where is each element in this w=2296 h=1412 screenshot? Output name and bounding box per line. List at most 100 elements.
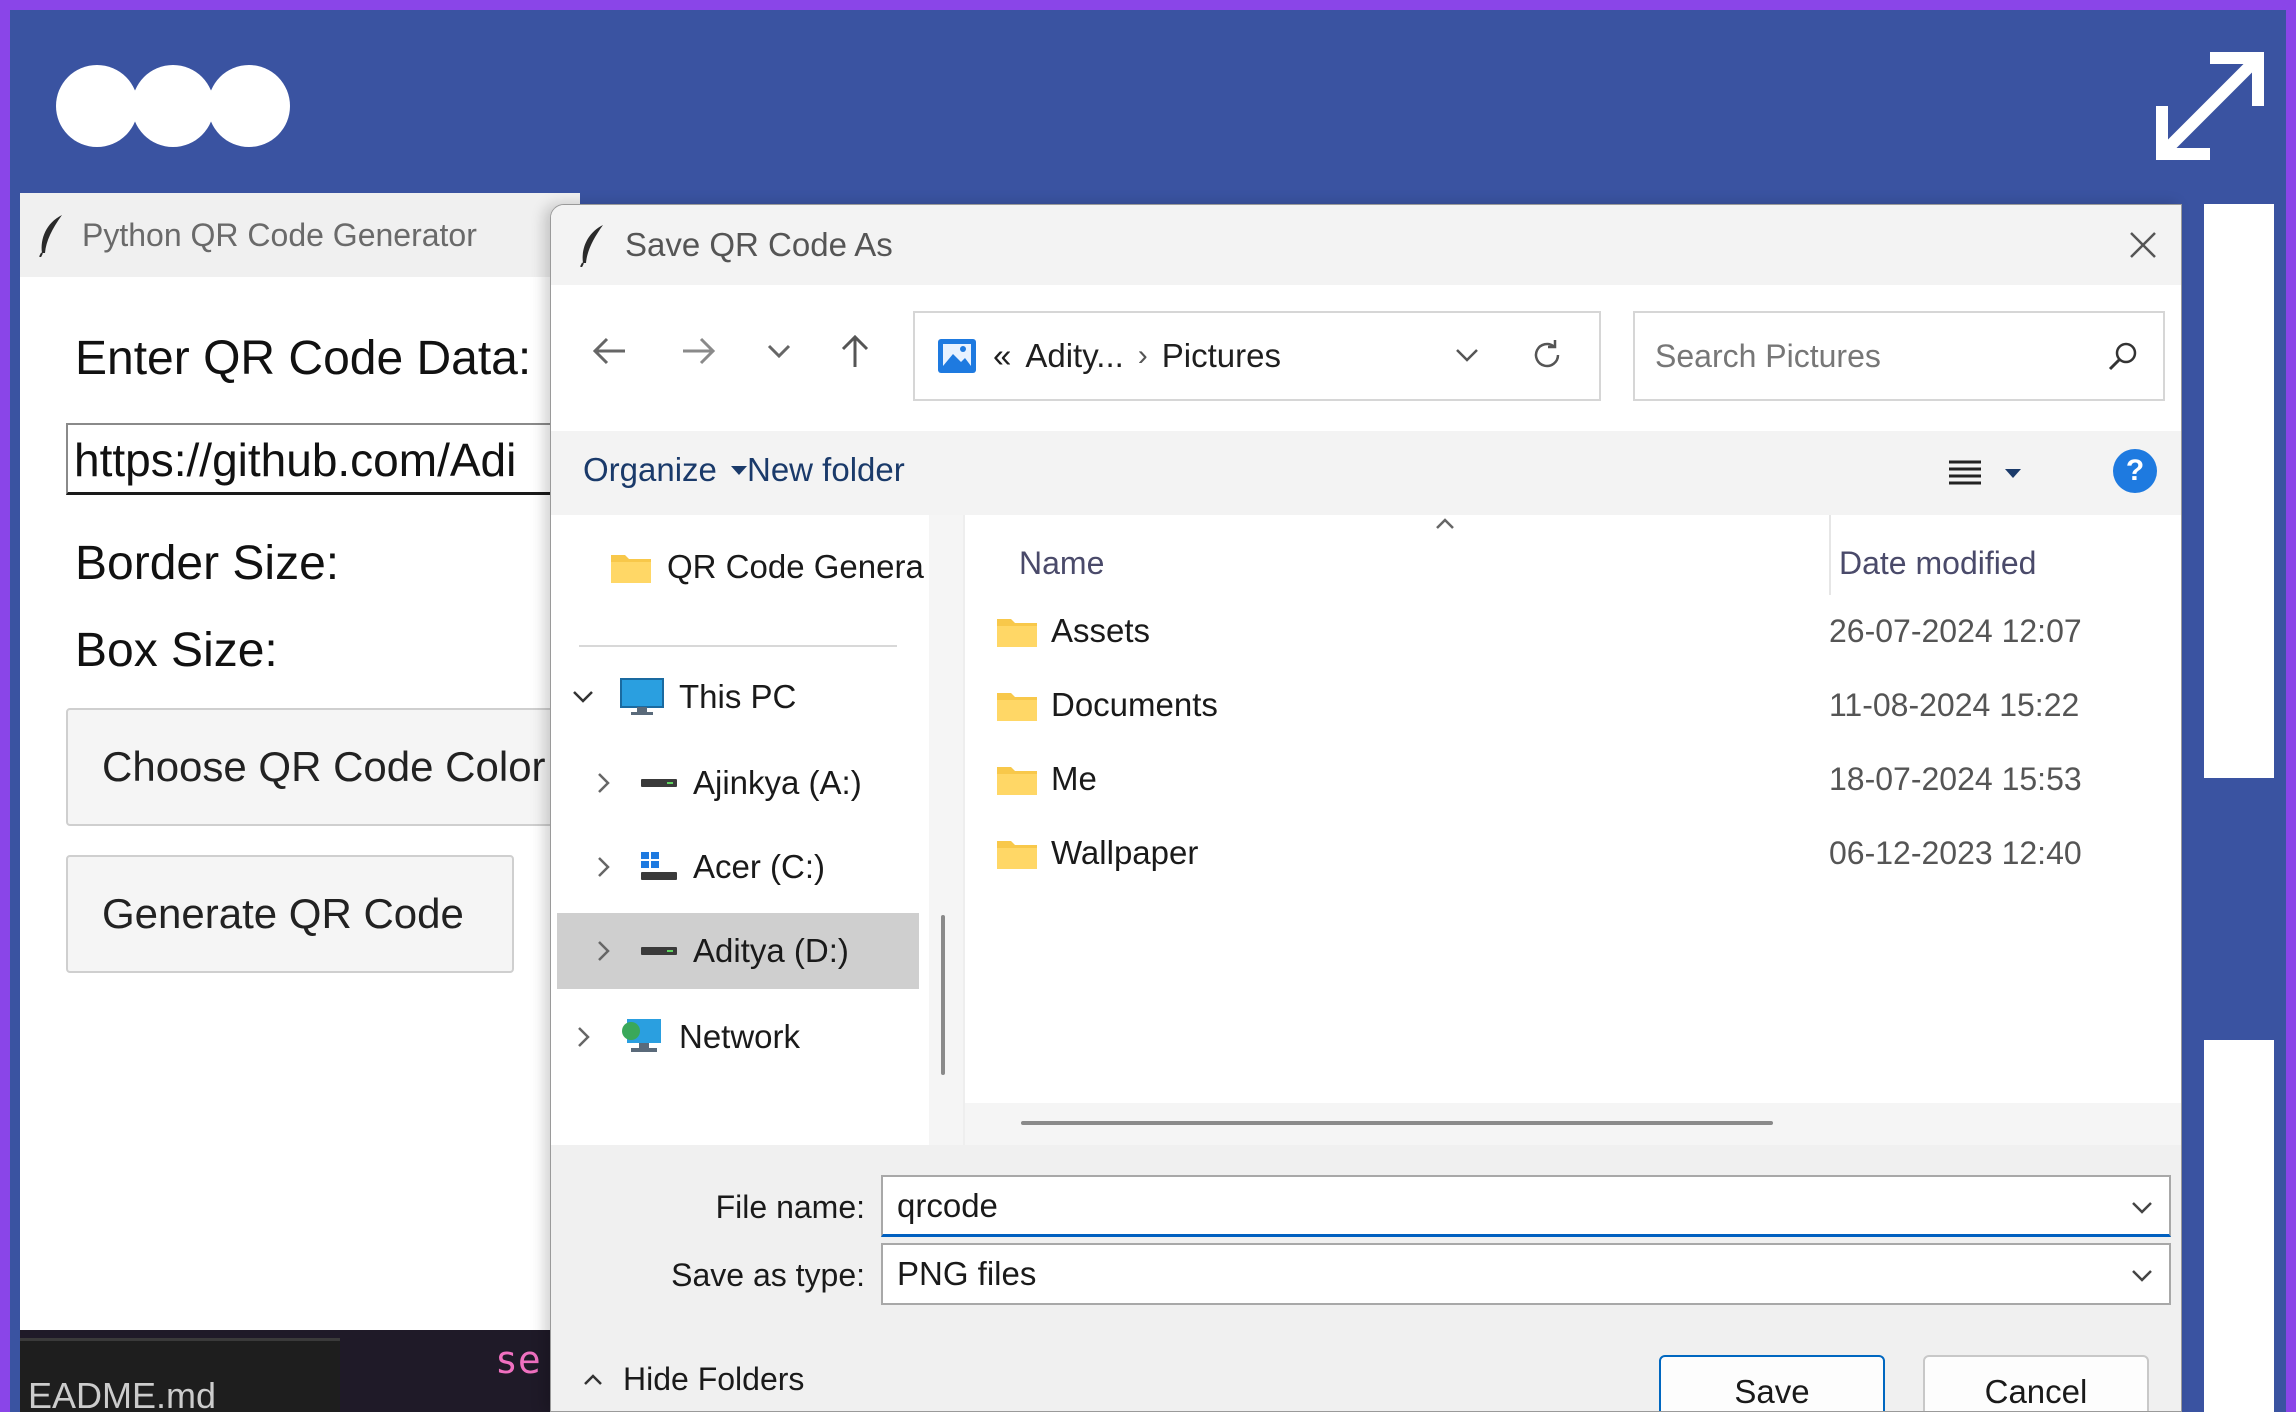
nav-item-ajinkya-drive[interactable]: Ajinkya (A:)	[583, 745, 923, 821]
navigation-pane: QR Code Genera This PC Ajinkya (A:) Acer…	[551, 515, 963, 1145]
column-divider[interactable]	[1829, 515, 1831, 595]
help-button[interactable]: ?	[2113, 449, 2157, 493]
file-row[interactable]: Me 18-07-2024 15:53	[995, 749, 2175, 809]
address-dropdown-button[interactable]	[1445, 333, 1489, 377]
nav-item-network[interactable]: Network	[563, 999, 923, 1075]
dialog-titlebar[interactable]: Save QR Code As	[551, 205, 2181, 285]
qr-data-input[interactable]: https://github.com/Adi	[66, 423, 580, 495]
expand-button[interactable]	[563, 1017, 603, 1057]
nav-scrollbar-thumb[interactable]	[941, 915, 945, 1075]
file-name: Documents	[1051, 686, 1218, 723]
code-snippet: se	[495, 1338, 541, 1382]
feather-icon	[580, 225, 603, 267]
nav-item-acer-drive[interactable]: Acer (C:)	[583, 829, 923, 905]
chevron-down-icon	[2132, 1270, 2152, 1282]
nav-item-label: QR Code Genera	[667, 548, 924, 585]
nav-item-label: Ajinkya (A:)	[693, 764, 862, 801]
new-folder-button[interactable]: New folder	[747, 451, 905, 489]
address-overflow[interactable]: «	[993, 337, 1011, 375]
search-box[interactable]	[1633, 311, 2165, 401]
chevron-down-icon	[767, 344, 791, 359]
chevron-up-icon	[1436, 518, 1454, 529]
file-date: 18-07-2024 15:53	[1829, 760, 2082, 797]
save-button[interactable]: Save	[1659, 1355, 1885, 1411]
view-options-button[interactable]	[1947, 449, 2047, 497]
window-dot-icon[interactable]	[208, 65, 290, 147]
nav-item-qr-code-generator[interactable]: QR Code Genera	[609, 529, 929, 605]
forward-button[interactable]	[673, 325, 725, 377]
file-row[interactable]: Wallpaper 06-12-2023 12:40	[995, 823, 2175, 883]
nav-item-label: Aditya (D:)	[693, 932, 849, 969]
qr-window-titlebar[interactable]: Python QR Code Generator	[20, 193, 580, 277]
window-dot-icon[interactable]	[56, 65, 138, 147]
search-icon	[2108, 342, 2137, 371]
hide-folders-toggle[interactable]: Hide Folders	[581, 1361, 804, 1398]
refresh-button[interactable]	[1523, 331, 1571, 379]
address-bar[interactable]: « Adity... › Pictures	[913, 311, 1601, 401]
file-date: 11-08-2024 15:22	[1829, 686, 2080, 723]
file-name-input[interactable]: qrcode	[881, 1175, 2171, 1237]
cancel-button[interactable]: Cancel	[1923, 1355, 2149, 1411]
file-row[interactable]: Assets 26-07-2024 12:07	[995, 601, 2175, 661]
file-name-dropdown[interactable]	[2125, 1191, 2159, 1225]
save-type-select[interactable]: PNG files	[881, 1243, 2171, 1305]
collapse-button[interactable]	[563, 677, 603, 717]
close-button[interactable]	[2119, 221, 2167, 269]
file-date: 06-12-2023 12:40	[1829, 834, 2082, 871]
chevron-down-icon	[2132, 1202, 2152, 1214]
explorer-pane: EADME.md	[20, 1338, 340, 1412]
nav-item-aditya-drive[interactable]: Aditya (D:)	[557, 913, 919, 989]
feather-icon	[39, 215, 62, 257]
expand-button[interactable]	[583, 847, 623, 887]
save-type-dropdown[interactable]	[2125, 1259, 2159, 1293]
breadcrumb-user[interactable]: Adity...	[1025, 337, 1123, 375]
breadcrumb-separator: ›	[1137, 339, 1148, 372]
qr-data-label: Enter QR Code Data:	[75, 332, 532, 385]
file-row[interactable]: Documents 11-08-2024 15:22	[995, 675, 2175, 735]
column-header-date[interactable]: Date modified	[1839, 545, 2036, 582]
file-name: Assets	[1051, 612, 1151, 649]
nav-item-label: This PC	[679, 678, 797, 715]
windows-drive-icon	[641, 852, 677, 880]
organize-label: Organize	[583, 451, 717, 488]
expand-button[interactable]	[583, 931, 623, 971]
file-name: Me	[1051, 760, 1097, 797]
pictures-icon	[938, 339, 976, 373]
expand-button[interactable]	[583, 763, 623, 803]
qr-generator-window: Python QR Code Generator Enter QR Code D…	[20, 193, 580, 1333]
caret-down-icon	[2005, 469, 2021, 478]
search-input[interactable]	[1655, 337, 2075, 375]
up-button[interactable]	[829, 325, 881, 377]
horizontal-scrollbar-thumb[interactable]	[1021, 1121, 1773, 1125]
file-date: 26-07-2024 12:07	[1829, 612, 2082, 649]
search-button[interactable]	[2101, 335, 2145, 379]
folder-icon	[997, 841, 1037, 869]
monitor-icon	[620, 678, 664, 715]
expand-icon[interactable]	[2150, 46, 2270, 166]
choose-color-button[interactable]: Choose QR Code Color	[66, 708, 580, 826]
save-dialog: Save QR Code As « Adity... › Pictures Se…	[550, 204, 2182, 1412]
chevron-right-icon	[578, 1027, 590, 1047]
generate-qr-button[interactable]: Generate QR Code	[66, 855, 514, 973]
column-header-name[interactable]: Name	[1019, 545, 1104, 582]
window-dot-icon[interactable]	[132, 65, 214, 147]
qr-window-title: Python QR Code Generator	[82, 216, 477, 253]
box-size-label: Box Size:	[75, 624, 278, 677]
nav-item-this-pc[interactable]: This PC	[563, 659, 923, 735]
editor-strip: EADME.md se	[20, 1330, 580, 1412]
horizontal-scrollbar[interactable]	[965, 1103, 2181, 1145]
organize-menu[interactable]: Organize	[583, 451, 751, 489]
save-type-label: Save as type:	[671, 1257, 865, 1293]
file-name-label: File name:	[715, 1189, 865, 1225]
folder-icon	[997, 693, 1037, 721]
nav-item-label: Acer (C:)	[693, 848, 825, 885]
breadcrumb-pictures[interactable]: Pictures	[1162, 337, 1281, 375]
nav-scrollbar[interactable]	[929, 515, 963, 1145]
sort-indicator	[1425, 509, 1465, 539]
recent-locations-button[interactable]	[753, 325, 805, 377]
readme-file-label[interactable]: EADME.md	[28, 1375, 216, 1412]
network-icon	[622, 1019, 661, 1052]
chevron-down-icon	[1456, 349, 1478, 362]
save-options-panel: File name: qrcode Save as type: PNG file…	[551, 1145, 2181, 1411]
back-button[interactable]	[583, 325, 635, 377]
